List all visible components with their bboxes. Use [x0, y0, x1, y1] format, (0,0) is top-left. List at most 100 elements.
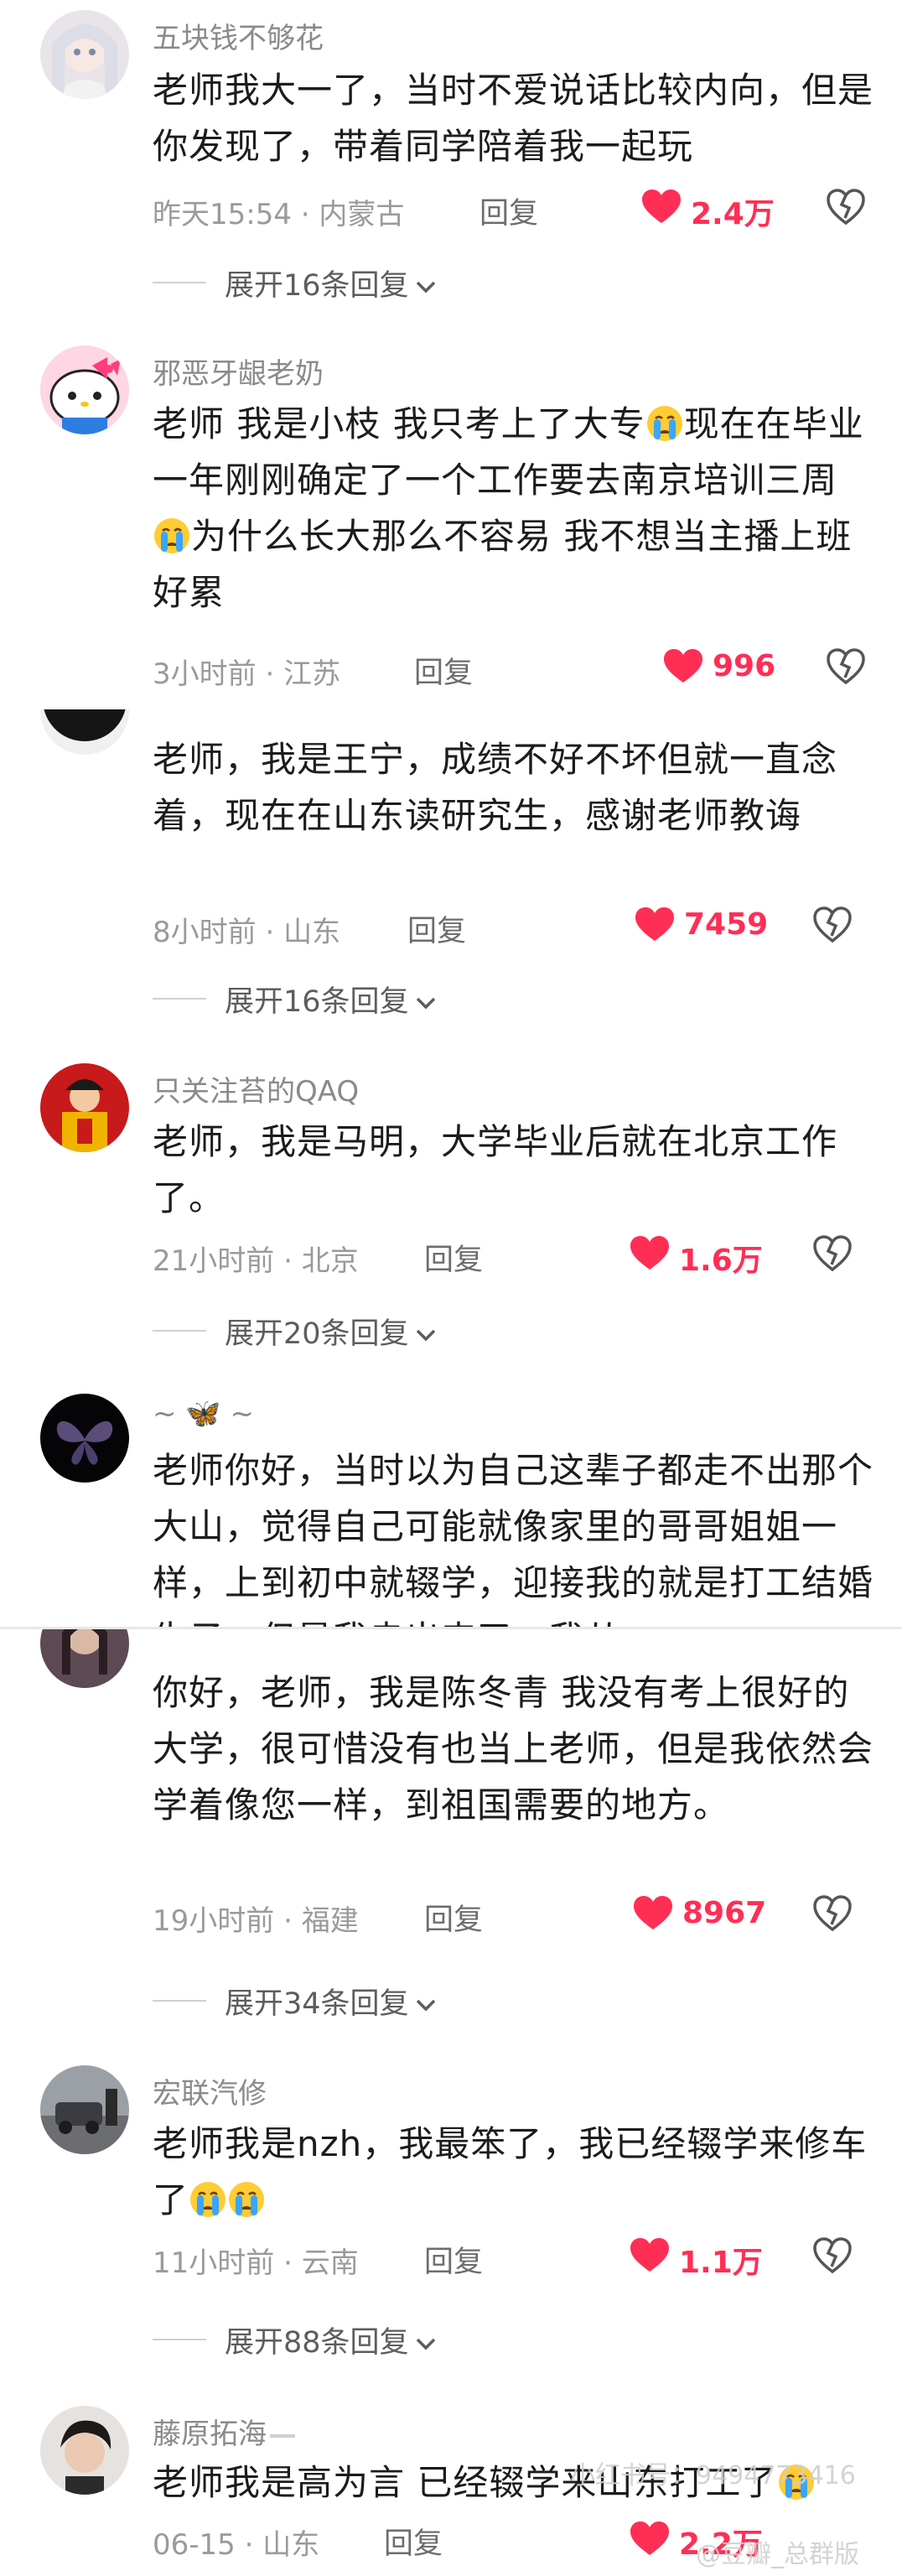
comment-time: 06-15 [153, 2528, 236, 2562]
avatar[interactable] [40, 2065, 129, 2154]
meta-dot: · [283, 2246, 302, 2280]
comment-time: 3小时前 [153, 657, 257, 691]
username[interactable]: 五块钱不够花 [153, 15, 324, 56]
heart-icon[interactable] [642, 190, 681, 225]
meta-dot: · [265, 657, 284, 691]
chevron-down-icon [416, 997, 435, 1010]
comment-meta: 19小时前 · 福建 [153, 1898, 359, 1939]
comment-text: 你好，老师，我是陈冬青 我没有考上很好的大学，很可惜没有也当上老师，但是我依然会… [153, 1672, 874, 1826]
comment-5: ~ 🦋 ~ 老师你好，当时以为自己这辈子都走不出那个大山，觉得自己可能就像家里的… [0, 1377, 902, 1628]
reply-button[interactable]: 回复 [480, 190, 538, 232]
avatar[interactable] [40, 1063, 129, 1152]
comment-location: 江苏 [283, 657, 341, 691]
watermark-text: 小红书号：9494773416 [570, 2461, 856, 2490]
heart-icon[interactable] [630, 2521, 669, 2557]
comment-meta: 8小时前 · 山东 [153, 909, 340, 950]
comment-location: 山东 [283, 916, 341, 949]
chevron-down-icon [416, 1999, 435, 2012]
expand-replies-label: 展开16条回复 [225, 269, 409, 303]
comment-text: 老师你好，当时以为自己这辈子都走不出那个大山，觉得自己可能就像家里的哥哥姐姐一样… [153, 1450, 873, 1628]
heart-icon[interactable] [630, 1236, 669, 1271]
chevron-down-icon [416, 2338, 435, 2350]
comment-3: 老师，我是王宁，成绩不好不坏但就一直念着，现在在山东读研究生，感谢老师教诲 8小… [0, 709, 902, 1045]
like-count: 2.4万 [691, 197, 775, 231]
watermark-text: @豆瓣_总群版 [696, 2540, 859, 2569]
heart-icon[interactable] [630, 2238, 669, 2273]
crying-emoji-icon [229, 2182, 265, 2217]
dislike-icon[interactable] [813, 1234, 852, 1273]
expand-divider [153, 1330, 206, 1332]
crying-emoji-icon [190, 2182, 226, 2217]
username[interactable]: 宏联汽修 [153, 2070, 267, 2111]
expand-replies-button[interactable]: 展开20条回复 [225, 1310, 438, 1353]
avatar[interactable] [40, 2406, 129, 2495]
meta-dot: · [300, 198, 319, 231]
dislike-icon[interactable] [813, 1894, 852, 1933]
username[interactable]: ~ 🦋 ~ [153, 1397, 254, 1431]
like-count: 1.1万 [679, 2246, 763, 2280]
comment-2: 邪恶牙龈老奶 老师 我是小枝 我只考上了大专 现在在毕业一年刚刚确定了一个工作要去… [0, 319, 902, 709]
comment-time: 21小时前 [153, 1244, 275, 1278]
username[interactable]: 藤原拓海 [153, 2411, 295, 2452]
reply-button[interactable]: 回复 [414, 649, 473, 692]
comment-meta: 3小时前 · 江苏 [153, 651, 340, 692]
dislike-icon[interactable] [827, 188, 865, 226]
comment-text: 老师我是nzh，我最笨了，我已经辍学来修车了 [153, 2116, 873, 2228]
heart-icon[interactable] [635, 907, 674, 943]
reply-button[interactable]: 回复 [407, 907, 466, 950]
expand-replies-button[interactable]: 展开16条回复 [225, 262, 438, 304]
comment-time: 19小时前 [153, 1904, 275, 1938]
comment-location: 山东 [262, 2528, 320, 2562]
meta-dot: · [244, 2528, 263, 2562]
comment-8: 藤原拓海 老师我是高为言 已经辍学来山东打工了 06-15 · 山东 回复 2.… [0, 2377, 902, 2576]
username[interactable]: 只关注苔的QAQ [153, 1068, 359, 1109]
expand-divider [153, 2339, 206, 2340]
expand-replies-button[interactable]: 展开34条回复 [225, 1980, 438, 2023]
avatar[interactable] [40, 1629, 129, 1688]
comment-text: 老师 我是小枝 我只考上了大专 现在在毕业一年刚刚确定了一个工作要去南京培训三周为… [153, 396, 873, 621]
comment-meta: 昨天15:54 · 内蒙古 [153, 191, 404, 232]
username[interactable]: 邪恶牙龈老奶 [153, 351, 324, 392]
comment-text-part: 老师 我是小枝 我只考上了大专 [153, 403, 645, 444]
expand-divider [153, 998, 206, 1000]
comment-location: 云南 [301, 2246, 359, 2280]
comment-meta: 11小时前 · 云南 [153, 2240, 359, 2281]
expand-replies-label: 展开20条回复 [225, 1317, 409, 1351]
comment-text: 老师，我是王宁，成绩不好不坏但就一直念着，现在在山东读研究生，感谢老师教诲 [153, 739, 838, 836]
expand-divider [153, 2000, 206, 2002]
avatar[interactable] [40, 10, 129, 99]
dislike-icon[interactable] [813, 906, 852, 944]
heart-icon[interactable] [634, 1896, 672, 1931]
comment-6: 你好，老师，我是陈冬青 我没有考上很好的大学，很可惜没有也当上老师，但是我依然会… [0, 1629, 902, 2042]
meta-dot: · [265, 916, 284, 949]
dislike-icon[interactable] [813, 2236, 852, 2275]
chevron-down-icon [416, 281, 435, 293]
comment-meta: 06-15 · 山东 [153, 2521, 319, 2563]
expand-replies-label: 展开34条回复 [225, 1987, 409, 2021]
comment-1: 五块钱不够花 老师我大一了，当时不爱说话比较内向，但是你发现了，带着同学陪着我一… [0, 0, 902, 319]
reply-button[interactable]: 回复 [424, 1236, 483, 1279]
like-count: 7459 [684, 907, 769, 942]
reply-button[interactable]: 回复 [424, 1896, 483, 1939]
expand-replies-label: 展开88条回复 [225, 2326, 409, 2360]
comment-text: 老师我大一了，当时不爱说话比较内向，但是你发现了，带着同学陪着我一起玩 [153, 70, 874, 167]
crying-emoji-icon [154, 518, 189, 553]
like-count: 996 [713, 649, 776, 683]
comment-location: 福建 [301, 1904, 359, 1938]
more-dots-icon [270, 2433, 295, 2438]
expand-replies-button[interactable]: 展开88条回复 [225, 2319, 438, 2361]
expand-replies-button[interactable]: 展开16条回复 [225, 978, 438, 1021]
expand-divider [153, 282, 206, 283]
avatar[interactable] [40, 345, 129, 434]
avatar[interactable] [40, 1394, 129, 1483]
avatar[interactable] [40, 709, 129, 755]
dislike-icon[interactable] [827, 647, 865, 686]
reply-button[interactable]: 回复 [424, 2238, 483, 2281]
comment-time: 8小时前 [153, 916, 257, 949]
reply-button[interactable]: 回复 [384, 2520, 443, 2563]
heart-icon[interactable] [664, 649, 702, 684]
comment-location: 内蒙古 [319, 198, 405, 231]
comment-text-part: 为什么长大那么不容易 我不想当主播上班好累 [153, 516, 853, 613]
chevron-down-icon [416, 1329, 435, 1342]
like-count: 1.6万 [679, 1244, 763, 1278]
